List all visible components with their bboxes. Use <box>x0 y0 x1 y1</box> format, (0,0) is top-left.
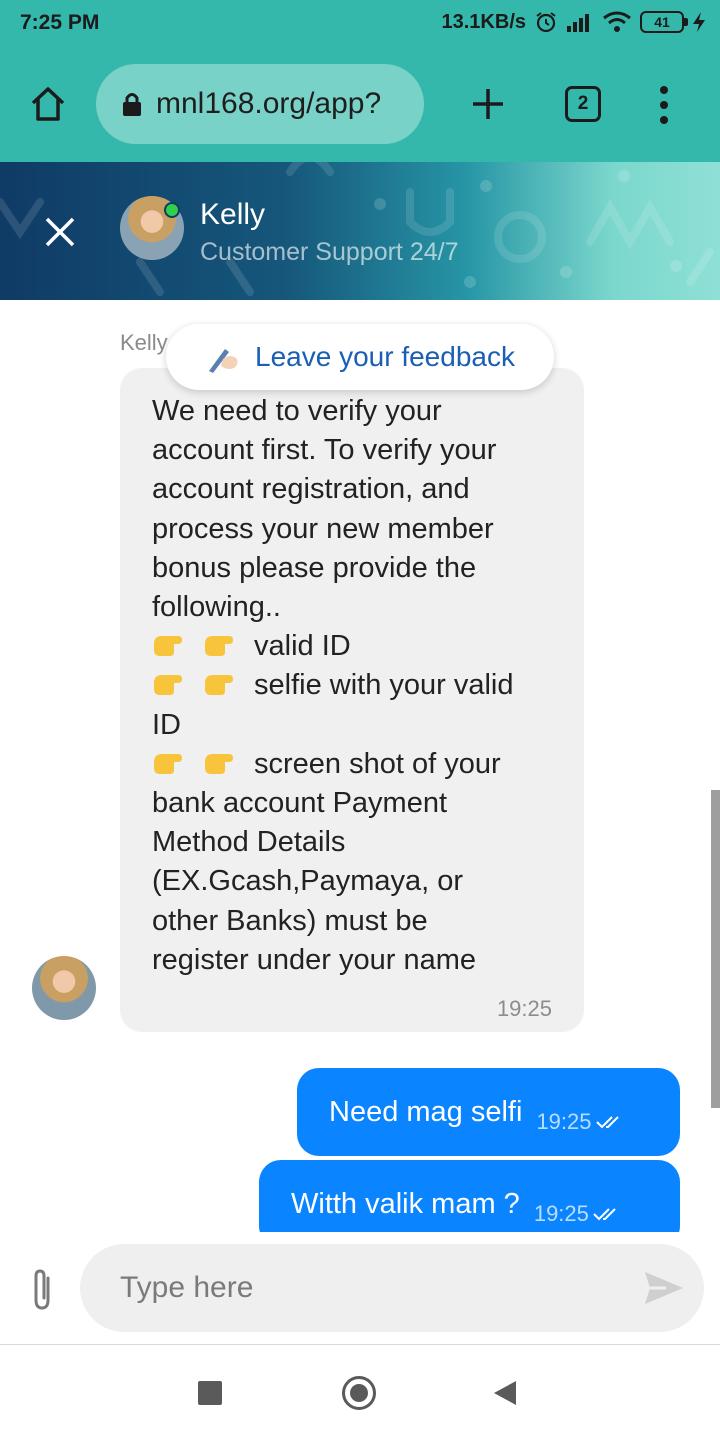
message-line-bullet: valid ID <box>152 627 564 666</box>
message-line: (EX.Gcash,Paymaya, or <box>152 865 464 898</box>
message-line: screen shot of your <box>254 747 501 780</box>
lock-icon <box>123 93 141 116</box>
system-nav-bar <box>0 1344 720 1440</box>
message-line: ID <box>152 708 181 741</box>
plus-icon <box>473 89 503 119</box>
feedback-label: Leave your feedback <box>255 341 515 372</box>
outgoing-message-meta: 19:25 <box>536 1109 623 1135</box>
outgoing-message: Need mag selfi 19:25 <box>297 1068 680 1156</box>
message-input[interactable] <box>120 1264 620 1312</box>
double-check-icon <box>595 1116 619 1129</box>
message-line: other Banks) must be <box>152 904 428 937</box>
close-chat-button[interactable] <box>40 212 80 252</box>
close-icon <box>45 217 75 247</box>
double-check-icon <box>593 1208 616 1221</box>
status-time: 7:25 PM <box>20 11 100 34</box>
system-home-button[interactable] <box>342 1376 376 1410</box>
battery-icon: 41 <box>640 11 688 33</box>
outgoing-message-time: 19:25 <box>533 1201 589 1226</box>
recents-button[interactable] <box>198 1381 222 1405</box>
browser-menu-button[interactable] <box>644 80 684 130</box>
header-pattern <box>0 162 714 296</box>
agent-message-avatar <box>32 956 96 1020</box>
message-composer <box>0 1232 720 1344</box>
chat-header: Kelly Customer Support 24/7 <box>0 162 720 300</box>
message-list[interactable]: Kelly We need to verify your account fir… <box>0 300 720 1232</box>
outgoing-message-meta: 19:25 <box>534 1201 621 1227</box>
writing-hand-icon <box>209 349 238 373</box>
pointing-hand-emoji-icon <box>154 753 182 774</box>
leave-feedback-button[interactable]: Leave your feedback <box>166 324 554 390</box>
status-bar: 7:25 PM 13.1KB/s 41 <box>0 0 720 48</box>
message-line: valid ID <box>254 630 351 663</box>
send-icon <box>645 1272 683 1304</box>
message-line-bullet: selfie with your valid <box>152 666 564 705</box>
browser-home-button[interactable] <box>22 78 74 130</box>
outgoing-message-time: 19:25 <box>536 1109 592 1134</box>
message-line: Method Details <box>152 826 346 859</box>
message-line: following.. <box>152 591 281 624</box>
outgoing-message: Witth valik mam ? 19:25 <box>259 1160 680 1232</box>
attach-button[interactable] <box>26 1268 60 1312</box>
wifi-icon <box>603 11 631 32</box>
paperclip-icon <box>34 1269 50 1310</box>
tabs-button[interactable]: 2 <box>565 86 601 122</box>
message-line: We need to verify your <box>152 395 442 427</box>
outgoing-message-text: Need mag selfi <box>329 1095 523 1128</box>
incoming-message: We need to verify your account first. To… <box>120 368 584 1032</box>
pointing-hand-emoji-icon <box>205 753 233 774</box>
home-icon <box>31 87 65 121</box>
message-line: account registration, and <box>152 473 470 506</box>
message-line: selfie with your valid <box>254 669 514 702</box>
message-line: bonus please provide the <box>152 551 477 584</box>
signal-icon <box>567 14 589 32</box>
message-line: account first. To verify your <box>152 434 497 467</box>
battery-level: 41 <box>654 14 670 30</box>
scrollbar-thumb[interactable] <box>711 790 720 1108</box>
back-button[interactable] <box>494 1381 516 1405</box>
charging-icon <box>693 12 705 32</box>
message-time: 19:25 <box>496 996 552 1021</box>
more-vert-icon <box>660 86 668 94</box>
message-line-bullet: screen shot of your <box>152 745 564 784</box>
pointing-hand-emoji-icon <box>205 675 233 696</box>
url-text: mnl168.org/app? <box>156 87 382 120</box>
status-icons: 13.1KB/s 41 <box>442 10 707 34</box>
message-line: bank account Payment <box>152 787 448 820</box>
pointing-hand-emoji-icon <box>205 636 233 657</box>
agent-name: Kelly <box>200 198 266 231</box>
message-input-container <box>80 1244 704 1332</box>
message-line: register under your name <box>152 943 476 976</box>
browser-toolbar: mnl168.org/app? 2 <box>0 48 720 162</box>
network-speed: 13.1KB/s <box>441 10 527 33</box>
online-status-indicator <box>164 202 180 218</box>
address-bar[interactable]: mnl168.org/app? <box>96 64 424 144</box>
outgoing-message-text: Witth valik mam ? <box>291 1187 520 1220</box>
alarm-icon <box>536 12 556 33</box>
new-tab-button[interactable] <box>462 78 514 130</box>
agent-subtitle: Customer Support 24/7 <box>200 238 459 266</box>
sender-label: Kelly <box>120 330 168 355</box>
message-line: process your new member <box>152 512 494 545</box>
send-button[interactable] <box>642 1268 686 1308</box>
tab-count: 2 <box>577 93 589 114</box>
pointing-hand-emoji-icon <box>154 675 182 696</box>
pointing-hand-emoji-icon <box>154 636 182 657</box>
